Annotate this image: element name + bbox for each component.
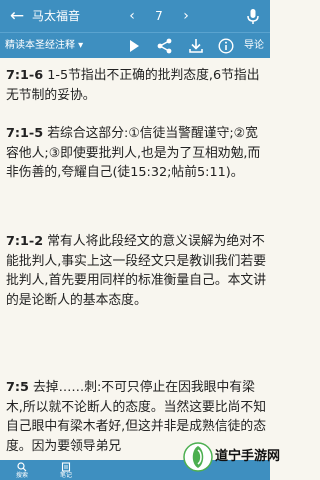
share-icon[interactable] [156,37,174,55]
microphone-icon[interactable] [244,7,262,25]
app-header: ← 马太福音 ‹ 7 › [0,0,270,32]
verse-reference[interactable]: 7:1-6 [6,68,43,83]
nav-notes[interactable]: 笔记 [52,462,80,480]
daoning-logo [183,442,213,472]
commentary-version-select[interactable]: 精读本圣经注释 ▾ [5,37,83,55]
previous-chapter-icon[interactable]: ‹ [124,6,140,26]
introduction-button[interactable]: 导论 [244,37,264,55]
commentary-paragraph: 7:1-2 常有人将此段经文的意义误解为绝对不能批判人,事实上这一段经文只是教训… [6,232,268,310]
book-title[interactable]: 马太福音 [32,7,80,25]
info-icon[interactable] [217,37,235,55]
nav-label: 搜索 [15,472,28,479]
next-chapter-icon[interactable]: › [178,6,194,26]
download-icon[interactable] [187,37,205,55]
chapter-number[interactable]: 7 [147,7,171,25]
search-icon [17,462,27,472]
verse-reference[interactable]: 7:1-2 [6,234,43,249]
commentary-text: 若综合这部分:①信徒当警醒谨守;②宽容他人;③即使要批判人,也是为了互相劝勉,而… [6,126,261,181]
commentary-content[interactable]: 7:1-6 1-5节指出不正确的批判态度,6节指出无节制的妥协。 7:1-5 若… [0,58,270,460]
verse-reference[interactable]: 7:5 [6,380,29,395]
back-arrow-icon[interactable]: ← [6,4,28,28]
watermark-text: 道宁手游网 [215,449,281,464]
nav-search[interactable]: 搜索 [8,462,36,480]
verse-reference[interactable]: 7:1-5 [6,126,43,141]
play-icon[interactable] [125,37,143,55]
site-watermark: 道宁手游网 [175,428,280,480]
commentary-text: 1-5节指出不正确的批判态度,6节指出无节制的妥协。 [6,68,260,103]
nav-label: 笔记 [59,472,72,479]
commentary-paragraph: 7:1-5 若综合这部分:①信徒当警醒谨守;②宽容他人;③即使要批判人,也是为了… [6,124,268,183]
note-icon [61,462,71,472]
commentary-text: 常有人将此段经文的意义误解为绝对不能批判人,事实上这一段经文只是教训我们若要批判… [6,234,267,308]
commentary-paragraph: 7:1-6 1-5节指出不正确的批判态度,6节指出无节制的妥协。 [6,66,268,105]
commentary-toolbar: 精读本圣经注释 ▾ 导论 [0,32,270,58]
